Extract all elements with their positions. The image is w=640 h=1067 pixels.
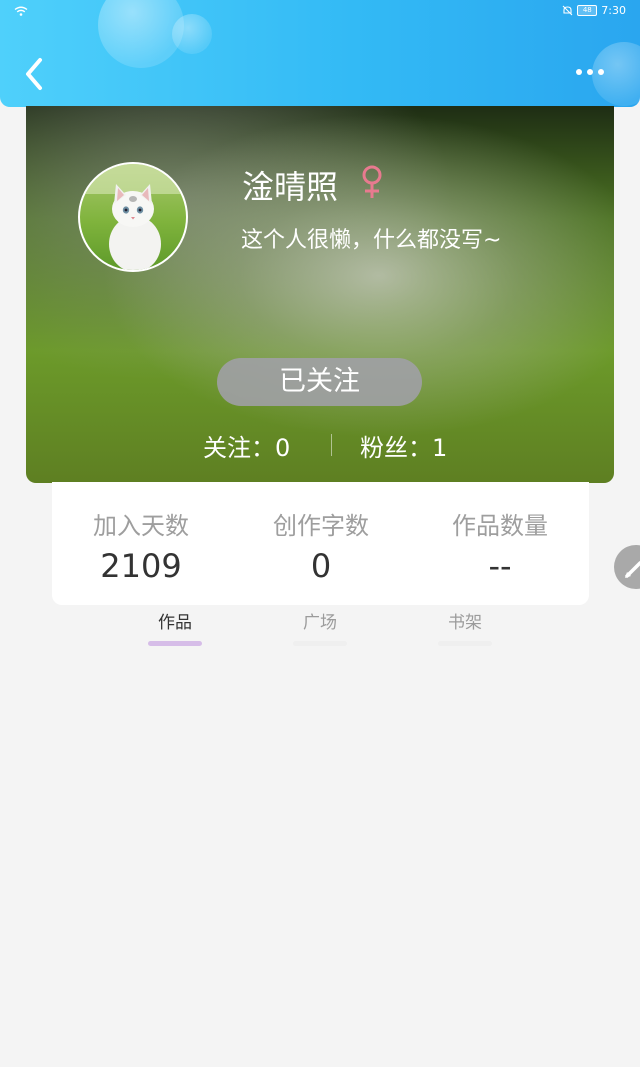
more-button[interactable] <box>576 64 612 80</box>
word-count-stat: 创作字数 0 <box>231 506 411 585</box>
works-count-label: 作品数量 <box>452 512 548 540</box>
status-bar: 48 7:30 <box>0 0 640 24</box>
edit-button[interactable] <box>614 545 640 589</box>
user-bio: 这个人很懒，什么都没写~ <box>241 228 502 253</box>
divider <box>331 434 332 456</box>
follow-stats: 关注：0 粉丝：1 <box>26 428 614 462</box>
profile-page: 48 7:30 淦晴照 这个人很懒，什么都没写~ 已关注 关注：0 粉丝：1 加… <box>0 0 640 1067</box>
back-button[interactable] <box>18 54 52 94</box>
content-tabs: 作品 广场 书架 <box>0 604 640 648</box>
profile-card: 淦晴照 这个人很懒，什么都没写~ 已关注 关注：0 粉丝：1 <box>26 106 614 483</box>
following-count[interactable]: 关注：0 <box>203 428 290 463</box>
back-icon <box>26 58 42 90</box>
tab-underline <box>438 641 492 646</box>
user-name: 淦晴照 <box>242 168 339 206</box>
status-right: 48 7:30 <box>562 4 626 17</box>
tab-works[interactable]: 作品 <box>135 608 215 646</box>
more-icon-dot <box>576 69 582 75</box>
follow-button[interactable]: 已关注 <box>217 358 422 406</box>
battery-indicator: 48 <box>577 5 598 16</box>
female-icon <box>362 165 382 198</box>
works-count-value: -- <box>488 547 512 585</box>
more-icon-dot <box>598 69 604 75</box>
tab-underline <box>148 641 202 646</box>
word-count-label: 创作字数 <box>273 512 369 540</box>
avatar[interactable] <box>78 162 188 272</box>
tab-label: 书架 <box>448 613 482 633</box>
wifi-icon <box>14 6 28 16</box>
fans-count[interactable]: 粉丝：1 <box>360 428 447 463</box>
word-count-value: 0 <box>310 547 332 585</box>
tab-shelf[interactable]: 书架 <box>425 608 505 646</box>
status-time: 7:30 <box>601 4 626 17</box>
tab-label: 广场 <box>303 613 337 633</box>
tab-square[interactable]: 广场 <box>280 608 360 646</box>
mute-icon <box>562 5 573 16</box>
works-count-stat: 作品数量 -- <box>410 506 590 585</box>
more-icon-dot <box>587 69 593 75</box>
header-bar: 48 7:30 <box>0 0 640 107</box>
summary-card: 加入天数 2109 创作字数 0 作品数量 -- <box>52 482 589 605</box>
kitten-avatar-image <box>80 164 186 270</box>
join-days-stat: 加入天数 2109 <box>51 506 231 585</box>
pencil-icon <box>625 561 640 578</box>
tab-label: 作品 <box>158 613 192 633</box>
join-days-label: 加入天数 <box>93 512 189 540</box>
tab-underline <box>293 641 347 646</box>
join-days-value: 2109 <box>100 547 182 585</box>
